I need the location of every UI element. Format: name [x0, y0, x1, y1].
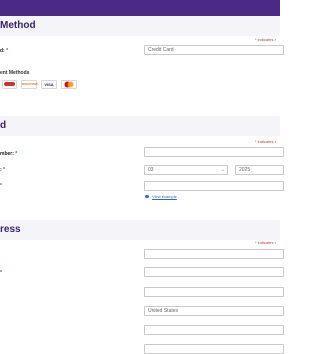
card-section-title: d	[0, 120, 7, 131]
required-note: * indicates r	[255, 37, 276, 42]
view-example-link[interactable]: View example	[152, 194, 177, 199]
expiry-month-select[interactable]: 03 ⌄	[144, 165, 228, 175]
required-star: *	[3, 167, 6, 173]
card-logo-discover-like	[2, 80, 17, 89]
required-star: *	[0, 270, 2, 276]
address-required-note: * indicates r	[255, 240, 276, 245]
address-field-1[interactable]	[144, 249, 284, 259]
card-logo-visa: VISA	[41, 80, 57, 89]
card-logo-discover: DISCOVER	[21, 80, 38, 89]
payment-method-label-text: d:	[0, 48, 5, 54]
top-banner	[0, 0, 280, 16]
expiry-month-value: 03	[148, 167, 154, 173]
expiry-year-value: 2025	[239, 167, 251, 173]
address-section-title: ress	[0, 224, 21, 235]
country-value: United States	[148, 308, 179, 314]
accepted-methods-label: ent Methods	[0, 70, 30, 76]
card-required-note: * indicates r	[255, 139, 276, 144]
payment-method-value: Credit Card	[148, 47, 174, 53]
card-section-header	[0, 116, 280, 136]
address-field-3[interactable]	[144, 287, 284, 297]
address-section-header	[0, 220, 280, 240]
payment-method-label: d: *	[0, 48, 8, 54]
chevron-down-icon: ⌄	[220, 167, 225, 173]
expiry-year-select[interactable]: 2025	[235, 165, 284, 175]
payment-method-title: Method	[0, 20, 36, 31]
card-number-label: mber: *	[0, 151, 17, 157]
card-number-label-text: mber:	[0, 151, 14, 157]
card-logo-mastercard	[61, 80, 77, 89]
eye-icon	[145, 195, 149, 198]
card-number-input[interactable]	[144, 147, 284, 157]
address-field-2[interactable]	[144, 267, 284, 277]
required-star: *	[15, 151, 18, 157]
cvv-label: *	[0, 183, 2, 189]
discover-label: DISCOVER	[22, 82, 38, 86]
address-field-4[interactable]	[144, 325, 284, 335]
expiry-label-text: :	[0, 167, 2, 173]
discover-like-icon	[4, 82, 15, 86]
payment-method-select[interactable]: Credit Card	[144, 45, 284, 55]
required-star: *	[0, 183, 2, 189]
address-required-label: *	[0, 270, 2, 276]
mastercard-icon	[64, 81, 74, 88]
address-field-5[interactable]	[144, 344, 284, 354]
required-star: *	[6, 48, 9, 54]
visa-label: VISA	[44, 82, 54, 87]
cvv-input[interactable]	[144, 181, 284, 191]
payment-method-section-header	[0, 16, 280, 36]
country-select[interactable]: United States	[144, 306, 284, 316]
expiry-label: : *	[0, 167, 5, 173]
